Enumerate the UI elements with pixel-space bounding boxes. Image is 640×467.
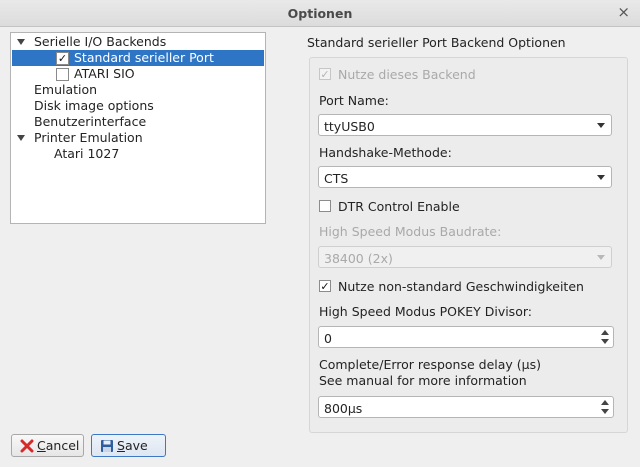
dropdown-arrow-icon <box>597 123 605 128</box>
handshake-label: Handshake-Methode: <box>319 145 452 160</box>
delay-spinbox[interactable]: 800µs <box>318 396 614 418</box>
tree-item-label: Printer Emulation <box>34 130 143 145</box>
expand-arrow-icon[interactable] <box>17 39 25 45</box>
tree-item-label: Atari 1027 <box>54 146 120 161</box>
spin-up-icon[interactable] <box>601 330 609 335</box>
use-backend-checkbox[interactable]: ✓ <box>319 68 331 80</box>
cancel-button[interactable]: Cancel <box>11 434 84 457</box>
port-name-combo[interactable]: ttyUSB0 <box>318 114 612 136</box>
cancel-icon <box>20 439 34 453</box>
save-button[interactable]: Save <box>91 434 166 457</box>
cancel-label: Cancel <box>37 438 80 453</box>
save-label: Save <box>117 438 148 453</box>
tree-item-atari-sio[interactable]: ATARI SIO <box>74 66 135 82</box>
spin-up-icon[interactable] <box>601 400 609 405</box>
tree-item-label: Emulation <box>34 82 98 97</box>
panel-heading: Standard serieller Port Backend Optionen <box>307 35 566 50</box>
use-backend-label: Nutze dieses Backend <box>338 67 476 82</box>
handshake-combo[interactable]: CTS <box>318 166 612 188</box>
title-bar: Optionen × <box>0 0 640 27</box>
dtr-checkbox[interactable] <box>319 200 331 212</box>
spin-down-icon[interactable] <box>601 339 609 344</box>
tree-item-label: Benutzerinterface <box>34 114 147 129</box>
tree-item-label: Serielle I/O Backends <box>34 34 167 49</box>
tree-checkbox-atari-sio[interactable] <box>56 68 69 81</box>
tree-item-user-interface[interactable]: Benutzerinterface <box>34 114 146 130</box>
pokey-divisor-spinbox[interactable]: 0 <box>318 326 614 348</box>
tree-item-emulation[interactable]: Emulation <box>34 82 97 98</box>
tree-checkbox-standard-port[interactable]: ✓ <box>56 52 69 65</box>
nonstandard-speed-label: Nutze non-standard Geschwindigkeiten <box>338 279 584 294</box>
delay-label-line2: See manual for more information <box>319 373 527 388</box>
window-title: Optionen <box>287 6 353 21</box>
tree-item-label: ATARI SIO <box>74 66 135 81</box>
baudrate-label: High Speed Modus Baudrate: <box>319 224 502 239</box>
dropdown-arrow-icon <box>597 175 605 180</box>
dropdown-arrow-icon <box>597 255 605 260</box>
expand-arrow-icon[interactable] <box>17 135 25 141</box>
baudrate-value: 38400 (2x) <box>324 251 393 266</box>
delay-label-line1: Complete/Error response delay (µs) <box>319 357 541 372</box>
port-name-label: Port Name: <box>319 93 389 108</box>
tree-item-label: Standard serieller Port <box>74 50 214 65</box>
category-tree[interactable]: Serielle I/O Backends ✓ Standard seriell… <box>10 32 266 224</box>
tree-item-disk-image-options[interactable]: Disk image options <box>34 98 154 114</box>
tree-item-label: Disk image options <box>34 98 154 113</box>
close-icon[interactable]: × <box>617 3 630 21</box>
port-name-value: ttyUSB0 <box>324 119 375 134</box>
pokey-divisor-value: 0 <box>324 331 332 346</box>
spin-down-icon[interactable] <box>601 409 609 414</box>
delay-value: 800µs <box>324 401 363 416</box>
pokey-divisor-label: High Speed Modus POKEY Divisor: <box>319 304 532 319</box>
tree-item-atari-1027[interactable]: Atari 1027 <box>54 146 119 162</box>
tree-item-serial-backends[interactable]: Serielle I/O Backends <box>34 34 166 50</box>
nonstandard-speed-checkbox[interactable]: ✓ <box>319 280 331 292</box>
handshake-value: CTS <box>324 171 349 186</box>
dtr-label: DTR Control Enable <box>338 199 460 214</box>
tree-item-printer-emulation[interactable]: Printer Emulation <box>34 130 143 146</box>
tree-item-standard-port[interactable]: Standard serieller Port <box>74 50 214 66</box>
baudrate-combo[interactable]: 38400 (2x) <box>318 246 612 268</box>
save-icon <box>101 440 113 452</box>
